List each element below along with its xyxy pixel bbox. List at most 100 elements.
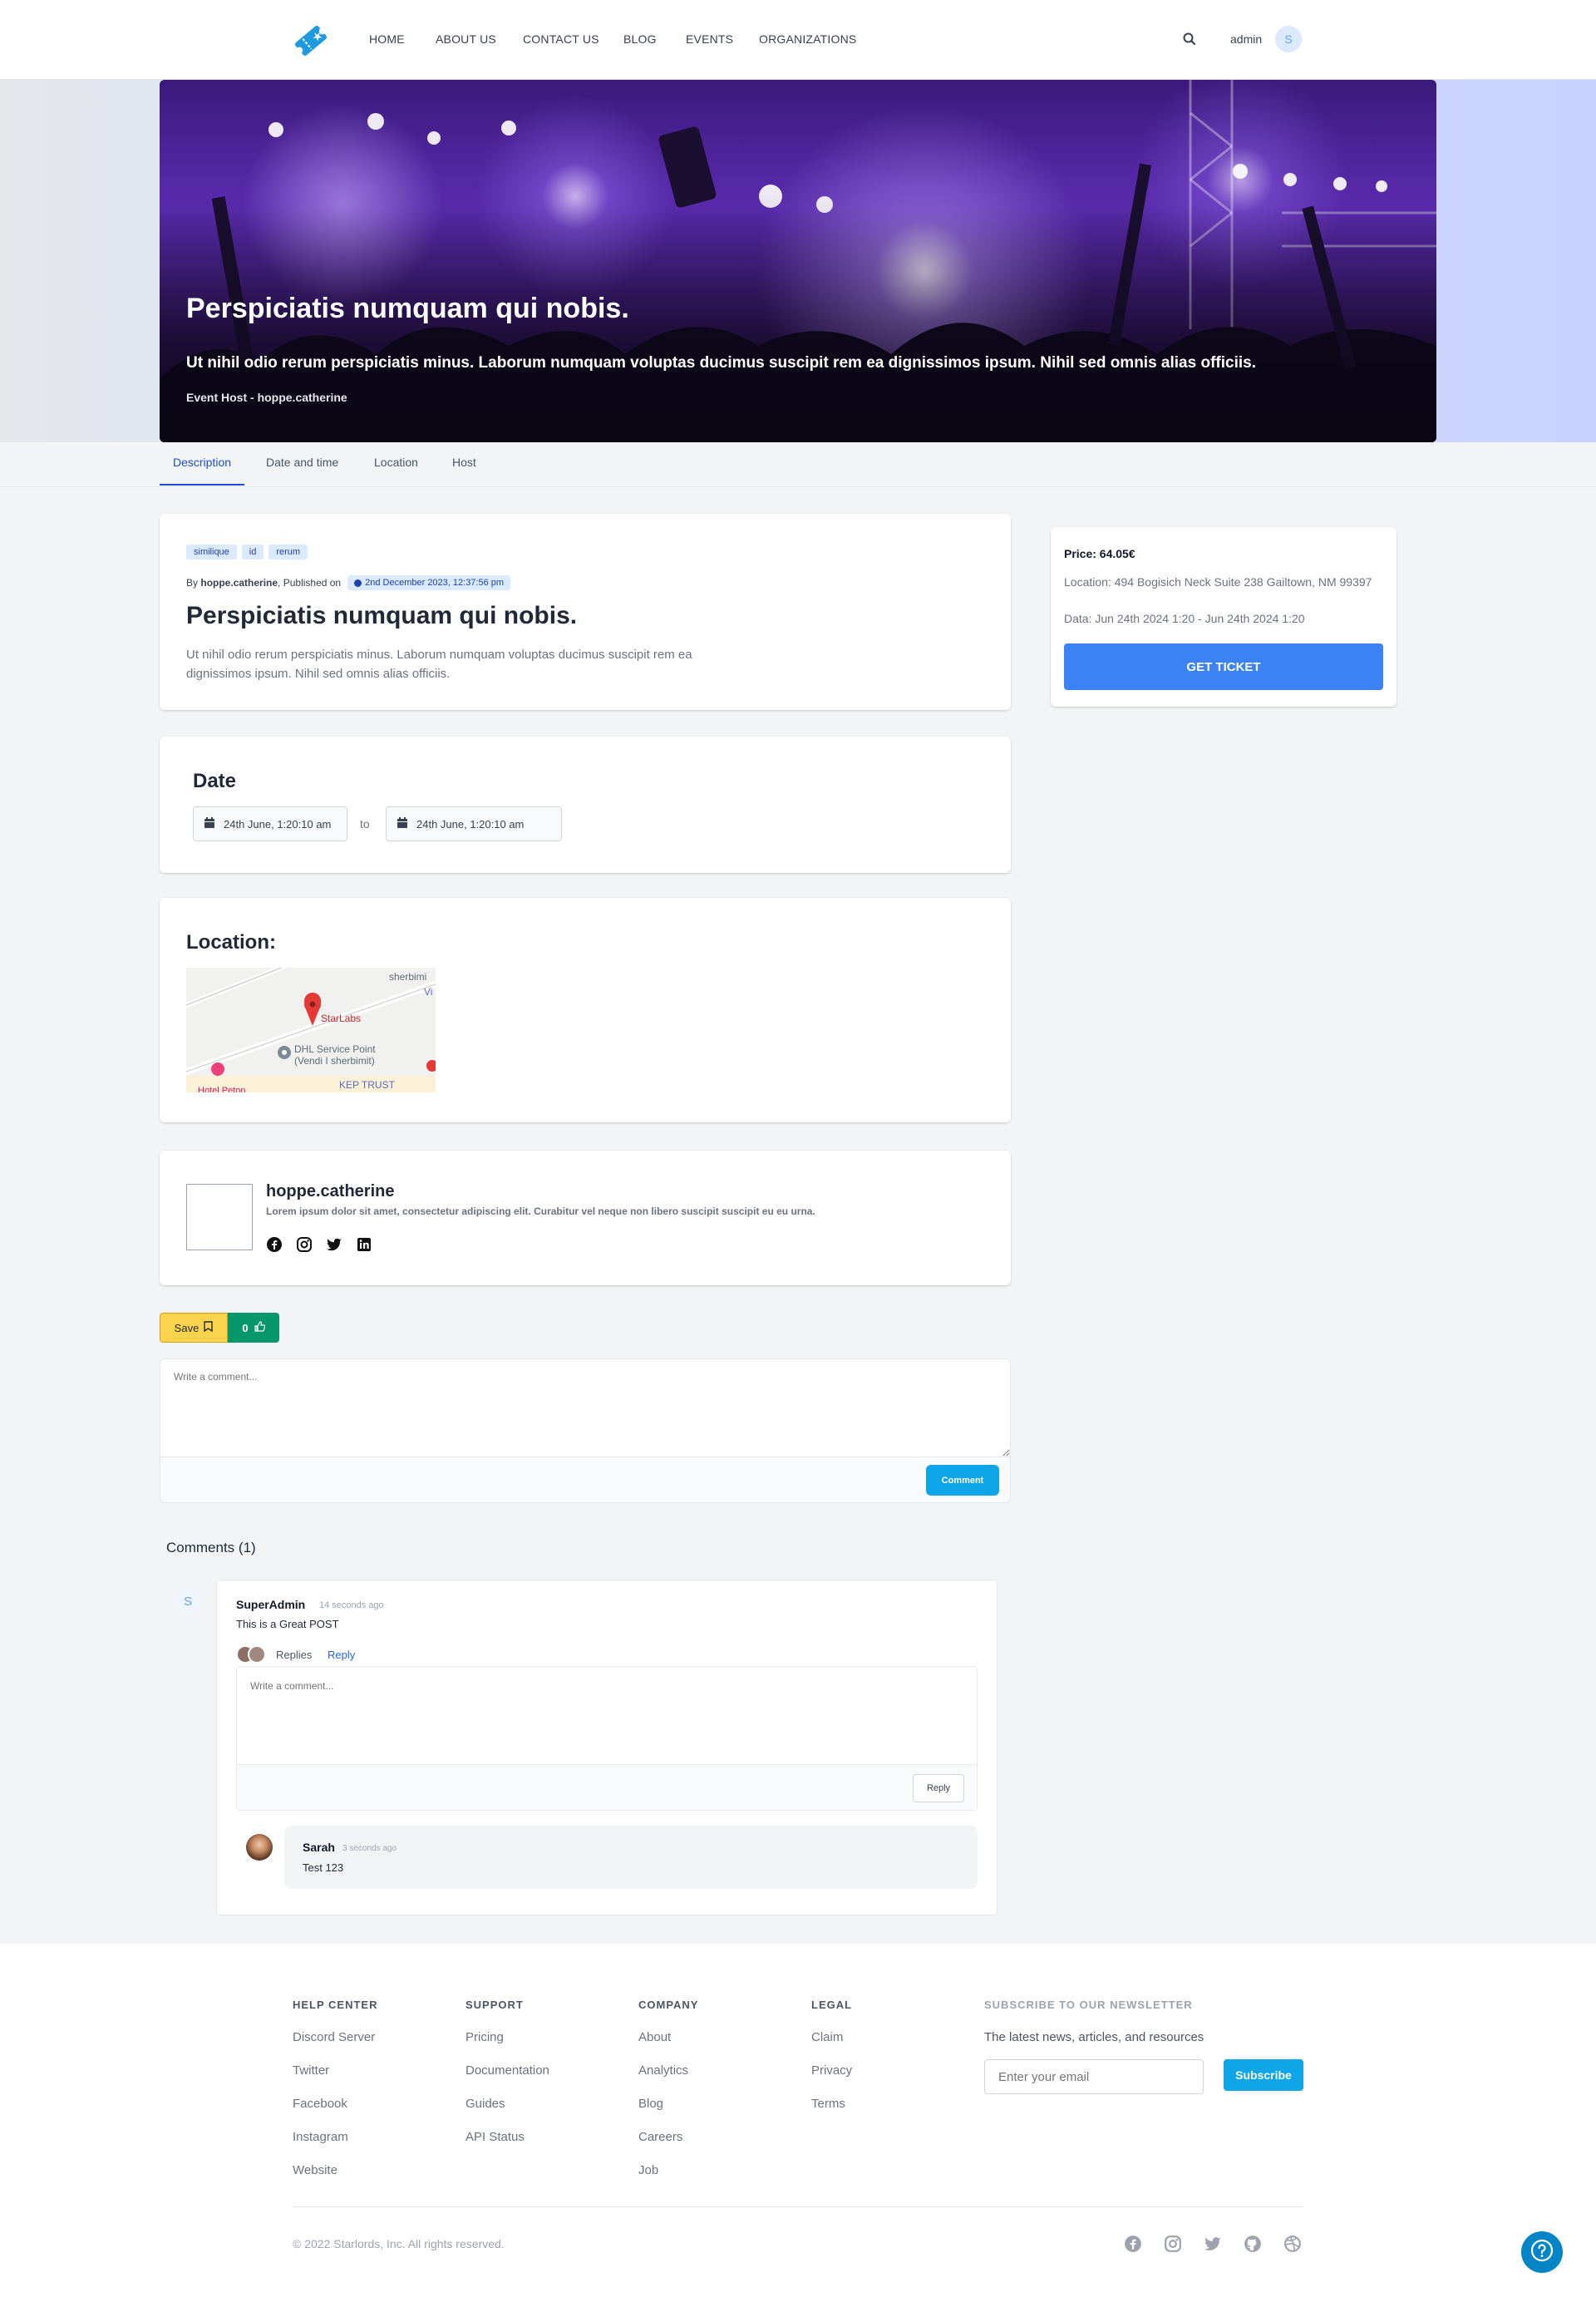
tab-date-and-time[interactable]: Date and time xyxy=(266,456,338,484)
like-count: 0 xyxy=(242,1321,249,1334)
reply-link[interactable]: Reply xyxy=(328,1649,355,1661)
nav-organizations-link[interactable]: ORGANIZATIONS xyxy=(759,32,856,46)
like-button[interactable]: 0 xyxy=(228,1313,279,1343)
tag[interactable]: similique xyxy=(186,545,237,559)
start-date-field[interactable]: 24th June, 1:20:10 am xyxy=(193,806,347,841)
map-label-top-2: Vi xyxy=(424,986,433,998)
instagram-icon[interactable] xyxy=(1164,2235,1182,2257)
nav-contact-link[interactable]: CONTACT US xyxy=(523,32,599,46)
map-label-kep: KEP TRUST xyxy=(339,1079,395,1091)
tag[interactable]: rerum xyxy=(268,545,308,559)
linkedin-icon[interactable] xyxy=(356,1236,372,1257)
nav-events-link[interactable]: EVENTS xyxy=(686,32,733,46)
end-date-field[interactable]: 24th June, 1:20:10 am xyxy=(386,806,562,841)
footer-link[interactable]: Job xyxy=(638,2163,658,2177)
user-name[interactable]: admin xyxy=(1230,32,1262,46)
footer-link[interactable]: Discord Server xyxy=(293,2030,375,2044)
footer-link[interactable]: About xyxy=(638,2030,671,2044)
footer-link[interactable]: Analytics xyxy=(638,2063,688,2078)
map-label-top: sherbimi xyxy=(389,971,427,983)
reply-avatar xyxy=(246,1834,273,1861)
host-bio: Lorem ipsum dolor sit amet, consectetur … xyxy=(266,1205,815,1217)
hero-subtitle: Ut nihil odio rerum perspiciatis minus. … xyxy=(186,354,1256,372)
tag-list: similique id rerum xyxy=(186,544,313,559)
host-card xyxy=(160,1151,1011,1285)
newsletter-email-input[interactable] xyxy=(984,2059,1204,2094)
dribbble-icon[interactable] xyxy=(1283,2235,1302,2257)
footer-link[interactable]: Guides xyxy=(466,2097,505,2111)
tab-description[interactable]: Description xyxy=(160,456,245,486)
github-icon[interactable] xyxy=(1244,2235,1262,2257)
comment-form-footer xyxy=(160,1457,1010,1502)
nav-about-link[interactable]: ABOUT US xyxy=(436,32,496,46)
host-avatar xyxy=(186,1184,253,1250)
facebook-icon[interactable] xyxy=(266,1236,283,1257)
footer-link[interactable]: Website xyxy=(293,2163,337,2177)
replier-avatars xyxy=(236,1645,269,1664)
footer-legal-heading: LEGAL xyxy=(811,1999,853,2011)
ticket-logo-icon[interactable]: ★ xyxy=(293,22,329,59)
tab-location[interactable]: Location xyxy=(374,456,418,484)
footer-link[interactable]: Careers xyxy=(638,2130,682,2144)
footer-link[interactable]: Documentation xyxy=(466,2063,549,2078)
ticket-location: Location: 494 Bogisich Neck Suite 238 Ga… xyxy=(1064,575,1372,589)
published-date: 2nd December 2023, 12:37:56 pm xyxy=(365,578,505,588)
comment-textarea[interactable] xyxy=(160,1359,1010,1457)
footer-link[interactable]: Pricing xyxy=(466,2030,504,2044)
host-name[interactable]: hoppe.catherine xyxy=(266,1182,394,1201)
comment-text: This is a Great POST xyxy=(236,1618,339,1630)
footer-link[interactable]: Privacy xyxy=(811,2063,852,2078)
twitter-icon[interactable] xyxy=(326,1236,342,1257)
reply-time: 3 seconds ago xyxy=(342,1844,397,1853)
post-title: Perspiciatis numquam qui nobis. xyxy=(186,602,578,629)
location-map[interactable]: StarLabs DHL Service Point (Vendi I sher… xyxy=(186,968,436,1092)
get-ticket-button[interactable]: GET TICKET xyxy=(1064,643,1383,690)
tab-host[interactable]: Host xyxy=(452,456,476,484)
newsletter-text: The latest news, articles, and resources xyxy=(984,2030,1204,2044)
user-avatar[interactable]: S xyxy=(1275,26,1302,52)
byline: By hoppe.catherine, Published on 2nd Dec… xyxy=(186,575,511,590)
date-card xyxy=(160,737,1011,873)
subscribe-button[interactable]: Subscribe xyxy=(1224,2059,1303,2091)
comment-author[interactable]: SuperAdmin xyxy=(236,1598,305,1611)
author-link[interactable]: hoppe.catherine xyxy=(200,577,278,589)
published-date-badge: 2nd December 2023, 12:37:56 pm xyxy=(347,575,511,590)
comment-submit-button[interactable]: Comment xyxy=(926,1465,999,1496)
footer-link[interactable]: Instagram xyxy=(293,2130,348,2144)
save-label: Save xyxy=(174,1321,200,1334)
footer-link[interactable]: Facebook xyxy=(293,2097,347,2111)
by-label: By xyxy=(186,577,199,589)
search-icon[interactable] xyxy=(1182,32,1197,47)
footer xyxy=(0,1944,1596,2307)
reply-form-footer xyxy=(237,1765,977,1810)
reply-textarea[interactable] xyxy=(237,1667,977,1765)
footer-social-links xyxy=(1124,2235,1302,2257)
end-date-value: 24th June, 1:20:10 am xyxy=(416,817,525,831)
footer-link[interactable]: Blog xyxy=(638,2097,663,2111)
copyright: © 2022 Starlords, Inc. All rights reserv… xyxy=(293,2237,505,2250)
comment-time: 14 seconds ago xyxy=(319,1600,384,1610)
footer-link[interactable]: API Status xyxy=(466,2130,525,2144)
host-social-links xyxy=(266,1236,372,1257)
footer-link[interactable]: Claim xyxy=(811,2030,843,2044)
nav-home-link[interactable]: HOME xyxy=(369,32,405,46)
twitter-icon[interactable] xyxy=(1204,2235,1222,2257)
reply-text: Test 123 xyxy=(303,1861,344,1874)
footer-link[interactable]: Terms xyxy=(811,2097,845,2111)
instagram-icon[interactable] xyxy=(296,1236,313,1257)
map-label-place: StarLabs xyxy=(321,1013,362,1024)
published-label: , Published on xyxy=(278,577,342,589)
help-button[interactable] xyxy=(1521,2231,1563,2273)
footer-link[interactable]: Twitter xyxy=(293,2063,329,2078)
map-label-dhl-2: (Vendi I sherbimit) xyxy=(294,1055,375,1067)
tag[interactable]: id xyxy=(241,545,264,559)
save-button[interactable]: Save xyxy=(160,1313,228,1343)
replies-label[interactable]: Replies xyxy=(276,1649,312,1661)
map-label-hotel: Hotel Peton xyxy=(198,1086,246,1092)
nav-blog-link[interactable]: BLOG xyxy=(623,32,657,46)
facebook-icon[interactable] xyxy=(1124,2235,1142,2257)
start-date-value: 24th June, 1:20:10 am xyxy=(224,817,332,831)
reply-author[interactable]: Sarah xyxy=(303,1841,335,1854)
reply-submit-button[interactable]: Reply xyxy=(913,1774,964,1802)
replier-avatar xyxy=(248,1645,266,1664)
